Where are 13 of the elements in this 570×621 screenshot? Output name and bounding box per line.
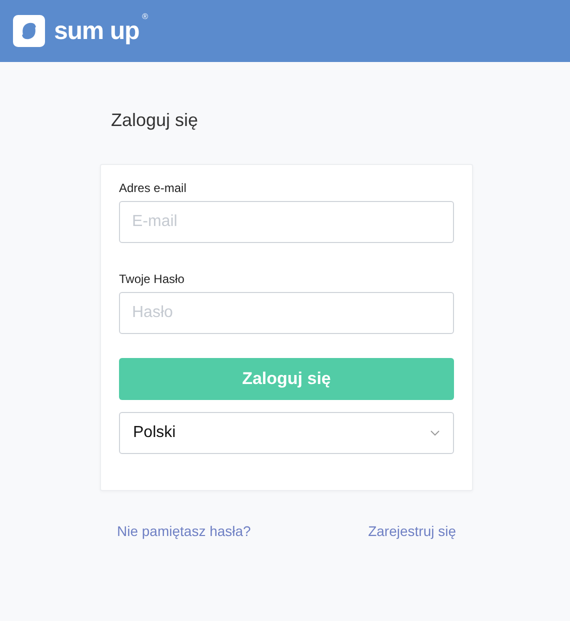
trademark-mark: ®	[142, 11, 148, 23]
register-link[interactable]: Zarejestruj się	[368, 521, 456, 542]
logo-text: sum up	[54, 18, 140, 44]
input-field[interactable]: E-mail	[119, 201, 454, 243]
chevron-down-icon	[430, 430, 440, 436]
login-button[interactable]: Zaloguj się	[119, 358, 454, 400]
page-title: Zaloguj się	[111, 109, 200, 132]
field-label: Adres e-mail	[119, 181, 188, 195]
input-field[interactable]: Hasło	[119, 292, 454, 334]
language-select[interactable]: Polski	[119, 412, 454, 454]
logo-icon	[13, 15, 45, 47]
forgot-password-link[interactable]: Nie pamiętasz hasła?	[117, 521, 251, 542]
field-label: Twoje Hasło	[119, 272, 186, 286]
